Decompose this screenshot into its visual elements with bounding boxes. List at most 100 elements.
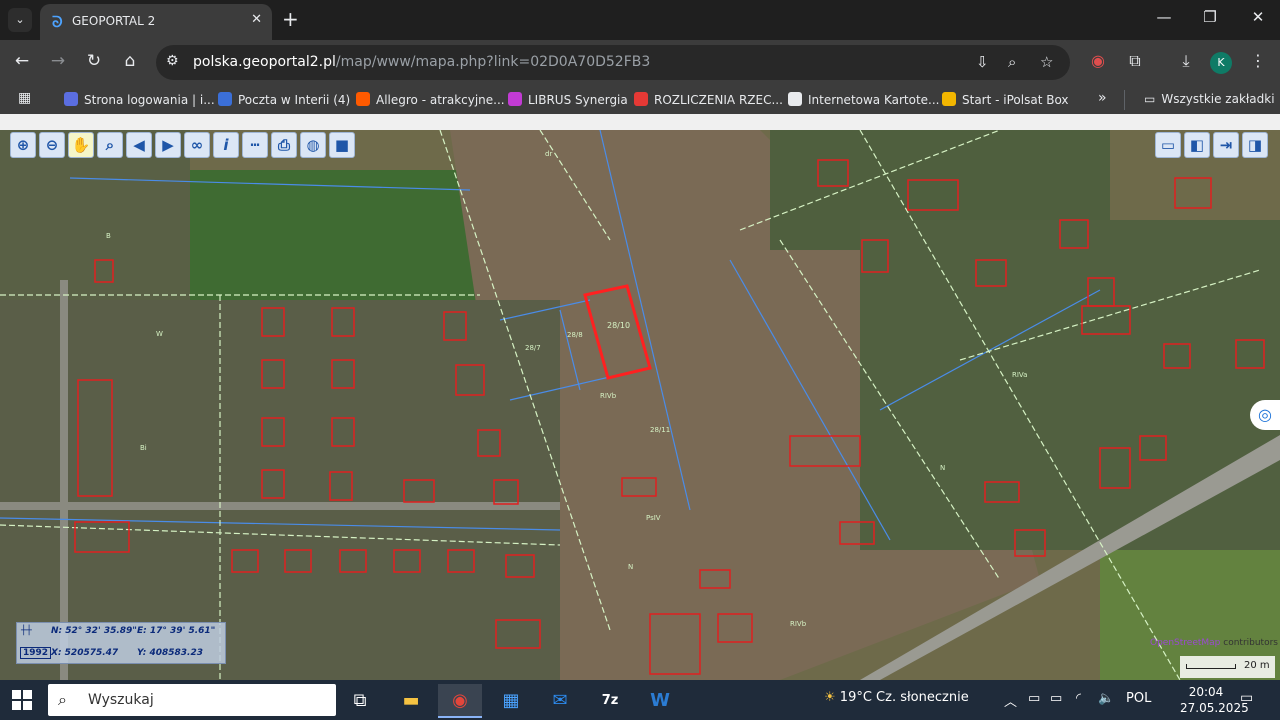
map-attribution: OpenStreetMap contributors [1150, 638, 1278, 648]
camera-icon[interactable]: ■ [329, 132, 355, 158]
tab-close-icon[interactable]: ✕ [251, 12, 262, 27]
volume-icon[interactable]: 🔈 [1098, 691, 1114, 706]
language-indicator[interactable]: POL [1126, 691, 1151, 706]
previous-view-icon[interactable]: ◀ [126, 132, 152, 158]
bookmark-item[interactable]: Internetowa Kartote... [788, 92, 940, 107]
forward-icon[interactable]: → [46, 51, 70, 71]
meet-now-icon[interactable]: ▭ [1028, 691, 1040, 706]
downloads-icon[interactable]: ⤓ [1174, 51, 1198, 71]
bookmark-item[interactable]: ROZLICZENIA RZEC... [634, 92, 783, 107]
all-bookmarks-label: Wszystkie zakładki [1161, 92, 1275, 106]
bookmark-item[interactable]: LIBRUS Synergia [508, 92, 628, 107]
taskbar-search[interactable]: ⌕ Wyszukaj [48, 684, 336, 716]
coord-n: N: 52° 32' 35.89" [51, 626, 137, 636]
panel-right-icon[interactable]: ◨ [1242, 132, 1268, 158]
tab-search-chevron-icon[interactable]: ⌄ [8, 8, 32, 32]
taskbar: ⌕ Wyszukaj ⧉ ▬ ◉ ▦ ✉ 7z W ☀ 19°C Cz. sło… [0, 680, 1280, 720]
print-icon[interactable]: ⎙ [271, 132, 297, 158]
home-icon[interactable]: ⌂ [118, 51, 142, 71]
next-view-icon[interactable]: ▶ [155, 132, 181, 158]
bookmark-label: Poczta w Interii (4) [238, 93, 351, 107]
close-window-icon[interactable]: ✕ [1246, 8, 1270, 26]
address-bar[interactable]: ⚙ polska.geoportal2.pl/map/www/mapa.php?… [156, 45, 1070, 80]
parcel-label: RIVb [600, 392, 617, 400]
outlook-icon[interactable]: ✉ [538, 684, 582, 718]
panel-top-icon[interactable]: ▭ [1155, 132, 1181, 158]
bookmark-item[interactable]: Strona logowania | i... [64, 92, 215, 107]
panel-left-icon[interactable]: ◧ [1184, 132, 1210, 158]
extension-icon[interactable]: ◉ [1086, 51, 1110, 70]
bookmark-star-icon[interactable]: ☆ [1040, 53, 1053, 71]
parcel-label: W [156, 330, 163, 338]
new-tab-icon[interactable]: + [282, 8, 299, 30]
weather-sun-icon: ☀ [824, 690, 840, 705]
osm-link[interactable]: OpenStreetMap [1150, 638, 1220, 648]
bookmark-item[interactable]: Allegro - atrakcyjne... [356, 92, 505, 107]
measure-icon[interactable]: ┅ [242, 132, 268, 158]
show-hidden-icons-icon[interactable]: ︿ [1004, 691, 1017, 710]
parcel-label: RIVb [790, 620, 807, 628]
task-view-icon[interactable]: ⧉ [338, 684, 382, 718]
tab-geoportal[interactable]: ᘐ GEOPORTAL 2 ✕ [40, 4, 272, 40]
link-icon[interactable]: ∞ [184, 132, 210, 158]
crs-badge: 1992 [20, 647, 52, 659]
weather-widget[interactable]: ☀ 19°C Cz. słonecznie [824, 690, 969, 705]
bookmark-item[interactable]: Start - iPolsat Box [942, 92, 1069, 107]
install-app-icon[interactable]: ⇩ [976, 53, 989, 71]
url-host: polska.geoportal2.pl [193, 54, 336, 70]
profile-avatar[interactable]: K [1210, 52, 1232, 74]
parcel-label: dr [545, 150, 552, 158]
crosshair-icon: ┼┼ [21, 626, 32, 636]
zoom-extent-icon[interactable]: ⌕ [97, 132, 123, 158]
url-text[interactable]: polska.geoportal2.pl/map/www/mapa.php?li… [193, 54, 650, 70]
wifi-icon[interactable]: ◜ [1076, 691, 1081, 706]
zoom-out-icon[interactable]: ⊖ [39, 132, 65, 158]
bookmarks-divider [1124, 90, 1125, 110]
zoom-icon[interactable]: ⌕ [1008, 53, 1016, 71]
bookmark-favicon-icon [508, 92, 522, 106]
clock[interactable]: 20:04 27.05.2025 [1180, 684, 1249, 716]
search-placeholder: Wyszukaj [88, 692, 154, 708]
clock-date: 27.05.2025 [1180, 701, 1249, 715]
weather-text: 19°C Cz. słonecznie [839, 690, 969, 705]
parcel-label: B [106, 232, 111, 240]
minimize-icon[interactable]: — [1152, 8, 1176, 26]
bookmark-favicon-icon [218, 92, 232, 106]
7zip-icon[interactable]: 7z [588, 684, 632, 718]
restore-icon[interactable]: ❐ [1198, 8, 1222, 26]
info-icon[interactable]: i [213, 132, 239, 158]
all-bookmarks-folder[interactable]: ▭ Wszystkie zakładki [1144, 92, 1275, 106]
globe-icon[interactable]: ◍ [300, 132, 326, 158]
file-explorer-icon[interactable]: ▬ [389, 684, 433, 718]
chrome-icon[interactable]: ◉ [438, 684, 482, 718]
bookmark-label: LIBRUS Synergia [528, 93, 628, 107]
zoom-in-icon[interactable]: ⊕ [10, 132, 36, 158]
battery-icon[interactable]: ▭ [1050, 691, 1062, 706]
browser-toolbar: ← → ↻ ⌂ ⚙ polska.geoportal2.pl/map/www/m… [0, 40, 1280, 86]
bookmark-favicon-icon [942, 92, 956, 106]
panel-toggle-icon[interactable]: ⇥ [1213, 132, 1239, 158]
menu-kebab-icon[interactable]: ⋮ [1246, 51, 1270, 70]
scale-bar: 20 m [1180, 656, 1275, 678]
bookmark-item[interactable]: Poczta w Interii (4) [218, 92, 350, 107]
bookmark-label: Internetowa Kartote... [808, 93, 940, 107]
chat-widget-icon[interactable]: ◎ [1250, 400, 1280, 430]
store-icon[interactable]: ▦ [489, 684, 533, 718]
map-viewport[interactable]: 28/10 28/7 28/8 28/11 RIVb N PsIV Bi B W… [0, 114, 1280, 680]
url-path: /map/www/mapa.php?link=02D0A70D52FB3 [335, 54, 651, 70]
reload-icon[interactable]: ↻ [82, 51, 106, 71]
windows-start-icon[interactable] [12, 690, 32, 710]
site-info-icon[interactable]: ⚙ [166, 53, 179, 69]
parcel-label: 28/11 [650, 426, 670, 434]
extensions-puzzle-icon[interactable]: ⧉ [1123, 51, 1147, 71]
bookmarks-bar: ▦ Strona logowania | i... Poczta w Inter… [0, 86, 1280, 114]
notifications-icon[interactable]: ▭ [1240, 690, 1253, 706]
apps-grid-icon[interactable]: ▦ [18, 90, 31, 106]
more-bookmarks-icon[interactable]: » [1098, 90, 1107, 106]
bookmark-label: Start - iPolsat Box [962, 93, 1069, 107]
parcel-label: 28/7 [525, 344, 541, 352]
pan-hand-icon[interactable]: ✋ [68, 132, 94, 158]
word-icon[interactable]: W [638, 684, 682, 718]
tab-title: GEOPORTAL 2 [72, 14, 156, 28]
back-icon[interactable]: ← [10, 51, 34, 71]
